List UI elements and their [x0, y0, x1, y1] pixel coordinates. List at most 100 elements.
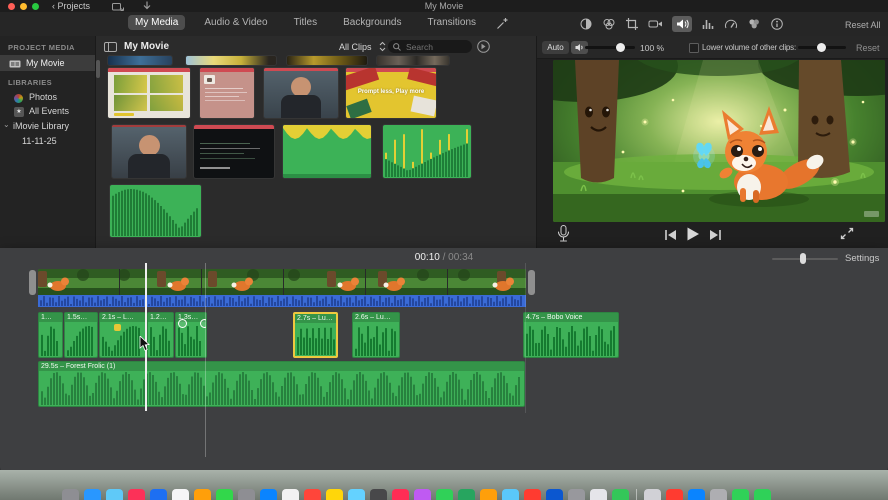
fullscreen-icon[interactable]	[840, 227, 854, 240]
crop-icon[interactable]	[625, 17, 639, 31]
dock-app-icon[interactable]	[414, 489, 431, 500]
noise-reduction-icon[interactable]	[701, 17, 715, 31]
search-field[interactable]	[388, 40, 472, 53]
sidebar-item-all-events[interactable]: ★ All Events	[0, 105, 95, 119]
timeline-audio-clip[interactable]: 1.5s…	[64, 312, 98, 358]
dock-app-icon[interactable]	[194, 489, 211, 500]
timeline-audio-clip[interactable]: 1…	[38, 312, 63, 358]
timeline-settings-button[interactable]: Settings	[845, 253, 879, 264]
speed-icon[interactable]	[724, 17, 738, 31]
media-thumbnail[interactable]	[287, 56, 367, 65]
record-voiceover-mic-icon[interactable]	[557, 225, 570, 243]
volume-slider-knob[interactable]	[616, 43, 625, 52]
timeline-audio-clip[interactable]: 4.7s – Bobo Voice	[523, 312, 619, 358]
dock-app-icon[interactable]	[128, 489, 145, 500]
dock-app-icon[interactable]	[106, 489, 123, 500]
total-duration: 00:34	[448, 252, 474, 263]
media-thumbnail-presenter[interactable]	[112, 125, 186, 178]
dock-app-icon[interactable]	[458, 489, 475, 500]
play-icon[interactable]	[685, 226, 701, 242]
current-time: 00:10	[414, 252, 440, 263]
dock-app-icon[interactable]	[392, 489, 409, 500]
skip-forward-icon[interactable]	[709, 229, 722, 241]
dock-app-icon[interactable]	[348, 489, 365, 500]
media-thumbnail-audio[interactable]	[383, 125, 471, 178]
sidebar-item-imovie-library[interactable]: ⌄ iMovie Library	[0, 120, 95, 134]
volume-slider[interactable]	[585, 46, 635, 49]
timeline-audio-clip[interactable]: 1.2…	[147, 312, 174, 358]
dock-app-icon[interactable]	[502, 489, 519, 500]
timeline-audio-clip[interactable]: 2.7s – Lu…	[293, 312, 338, 358]
dock-app-icon[interactable]	[150, 489, 167, 500]
media-thumbnail-audio[interactable]	[283, 125, 371, 178]
dock-app-icon[interactable]	[666, 489, 683, 500]
sidebar-toggle-icon[interactable]	[104, 42, 117, 52]
timeline-zoom-knob[interactable]	[800, 253, 806, 264]
fade-handle[interactable]	[178, 319, 187, 328]
timeline-audio-clip[interactable]: 1.3s…	[175, 312, 207, 358]
media-thumbnail-promo[interactable]: Prompt less, Play more	[346, 68, 436, 118]
media-thumbnail-fox-grid[interactable]	[108, 68, 190, 118]
clip-info-icon[interactable]	[770, 17, 784, 31]
volume-tool-selected[interactable]	[672, 16, 692, 32]
dock-app-icon[interactable]	[84, 489, 101, 500]
reset-all-button[interactable]: Reset All	[845, 20, 881, 30]
media-thumbnail-terminal[interactable]	[194, 125, 274, 178]
skip-back-icon[interactable]	[664, 229, 677, 241]
media-browser: My Movie All Clips Search Prompt less, P…	[96, 36, 536, 248]
tab-backgrounds[interactable]: Backgrounds	[336, 15, 408, 30]
dock-app-icon[interactable]	[238, 489, 255, 500]
media-thumbnail-presenter[interactable]	[264, 68, 338, 118]
dock-app-icon[interactable]	[688, 489, 705, 500]
dock-app-icon[interactable]	[260, 489, 277, 500]
timeline-audio-clip[interactable]: 2.6s – Lu…	[352, 312, 400, 358]
dock-app-icon[interactable]	[304, 489, 321, 500]
dock-app-icon[interactable]	[480, 489, 497, 500]
dock-app-icon[interactable]	[172, 489, 189, 500]
clip-trim-handle-right[interactable]	[528, 270, 535, 295]
dock-app-icon[interactable]	[326, 489, 343, 500]
ducking-slider-knob[interactable]	[817, 43, 826, 52]
lower-volume-checkbox[interactable]	[689, 43, 699, 53]
dock-app-icon[interactable]	[62, 489, 79, 500]
sidebar-item-photos[interactable]: Photos	[0, 91, 95, 105]
clip-filter-icon[interactable]	[747, 17, 761, 31]
sidebar-item-my-movie[interactable]: My Movie	[0, 55, 95, 71]
tab-my-media[interactable]: My Media	[128, 15, 186, 30]
dock-app-icon[interactable]	[568, 489, 585, 500]
dock-app-icon[interactable]	[644, 489, 661, 500]
media-thumbnail[interactable]	[108, 56, 172, 65]
media-thumbnail-audio[interactable]	[110, 185, 201, 237]
stabilization-icon[interactable]	[648, 17, 663, 31]
tab-audio-video[interactable]: Audio & Video	[197, 15, 274, 30]
media-thumbnail[interactable]	[186, 56, 276, 65]
auto-volume-button[interactable]: Auto	[542, 41, 569, 54]
search-input[interactable]	[404, 41, 470, 53]
dock-app-icon[interactable]	[710, 489, 727, 500]
dock-app-icon[interactable]	[370, 489, 387, 500]
dock-app-icon[interactable]	[590, 489, 607, 500]
dock-app-icon[interactable]	[732, 489, 749, 500]
clip-skim-forward-icon[interactable]	[477, 40, 490, 53]
tab-transitions[interactable]: Transitions	[420, 15, 483, 30]
color-correction-icon[interactable]	[602, 17, 616, 31]
dock-app-icon[interactable]	[436, 489, 453, 500]
dock-app-icon[interactable]	[546, 489, 563, 500]
dock-app-icon[interactable]	[612, 489, 629, 500]
color-balance-icon[interactable]	[579, 17, 593, 31]
media-thumbnail[interactable]	[377, 56, 449, 65]
dock-app-icon[interactable]	[754, 489, 771, 500]
timeline-video-clip[interactable]	[38, 269, 526, 295]
dock-app-icon[interactable]	[282, 489, 299, 500]
tab-titles[interactable]: Titles	[287, 15, 325, 30]
pane-resize-handle[interactable]	[96, 60, 100, 78]
reset-button[interactable]: Reset	[856, 43, 880, 53]
dock-app-icon[interactable]	[524, 489, 541, 500]
clip-trim-handle-left[interactable]	[29, 270, 36, 295]
dock-app-icon[interactable]	[216, 489, 233, 500]
timeline-music-clip[interactable]: 29.5s – Forest Frolic (1)	[38, 361, 525, 407]
media-thumbnail-notes[interactable]	[200, 68, 254, 118]
enhance-wand-icon[interactable]	[495, 17, 509, 31]
clip-filter-dropdown[interactable]: All Clips	[339, 42, 372, 52]
sidebar-item-event-11-11-25[interactable]: 11-11-25	[0, 135, 95, 149]
